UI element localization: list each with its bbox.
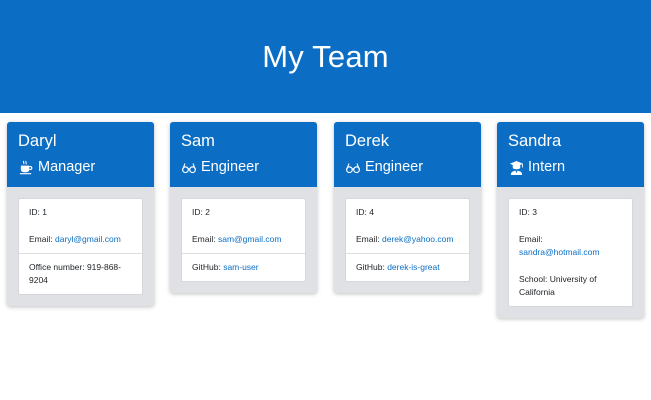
email-link[interactable]: derek@yahoo.com: [382, 234, 453, 244]
employee-details: ID: 3 Email: sandra@hotmail.com School: …: [508, 198, 633, 307]
card-header: Sam Engineer: [170, 122, 317, 187]
employee-details: ID: 2 Email: sam@gmail.com GitHub: sam-u…: [181, 198, 306, 282]
glasses-icon: [181, 159, 197, 175]
employee-email: Email: sandra@hotmail.com: [519, 234, 600, 257]
role-label: Engineer: [365, 159, 424, 175]
employee-card-manager: Daryl Manager ID: 1 Email: daryl@gmail.c…: [7, 122, 154, 306]
employee-id: ID: 2: [192, 207, 210, 217]
employee-email: Email: derek@yahoo.com: [356, 234, 454, 244]
graduate-icon: [508, 159, 524, 175]
employee-id: ID: 4: [356, 207, 374, 217]
employee-name: Sandra: [508, 132, 562, 150]
employee-email: Email: sam@gmail.com: [192, 234, 282, 244]
employee-card-engineer: Sam Engineer ID: 2 Email: sam@gmail.com …: [170, 122, 317, 293]
employee-id: ID: 3: [519, 207, 537, 217]
employee-name: Daryl: [18, 132, 57, 150]
employee-role: Intern: [508, 158, 644, 176]
employee-id: ID: 1: [29, 207, 47, 217]
school-name: School: University of California: [519, 274, 597, 297]
header-banner: My Team: [0, 0, 651, 113]
card-header: Sandra Intern: [497, 122, 644, 187]
coffee-icon: [18, 159, 34, 175]
employee-role: Engineer: [181, 158, 317, 176]
employee-email: Email: daryl@gmail.com: [29, 234, 121, 244]
employee-card-intern: Sandra Intern ID: 3 Email: sandra@hotmai…: [497, 122, 644, 318]
employee-role: Engineer: [345, 158, 481, 176]
page-title: My Team: [262, 38, 389, 74]
office-number: Office number: 919-868-9204: [19, 253, 142, 294]
employee-name: Sam: [181, 132, 215, 150]
github-link[interactable]: derek-is-great: [387, 262, 439, 272]
github-username: GitHub: sam-user: [182, 253, 305, 281]
email-link[interactable]: daryl@gmail.com: [55, 234, 121, 244]
email-link[interactable]: sam@gmail.com: [218, 234, 281, 244]
glasses-icon: [345, 159, 361, 175]
role-label: Intern: [528, 159, 566, 175]
github-username: GitHub: derek-is-great: [346, 253, 469, 281]
employee-details: ID: 1 Email: daryl@gmail.com Office numb…: [18, 198, 143, 295]
employee-name: Derek: [345, 132, 390, 150]
email-link[interactable]: sandra@hotmail.com: [519, 247, 599, 257]
role-label: Manager: [38, 159, 96, 175]
role-label: Engineer: [201, 159, 260, 175]
employee-role: Manager: [18, 158, 154, 176]
card-header: Daryl Manager: [7, 122, 154, 187]
employee-details: ID: 4 Email: derek@yahoo.com GitHub: der…: [345, 198, 470, 282]
employee-card-engineer: Derek Engineer ID: 4 Email: derek@yahoo.…: [334, 122, 481, 293]
github-link[interactable]: sam-user: [223, 262, 258, 272]
card-header: Derek Engineer: [334, 122, 481, 187]
